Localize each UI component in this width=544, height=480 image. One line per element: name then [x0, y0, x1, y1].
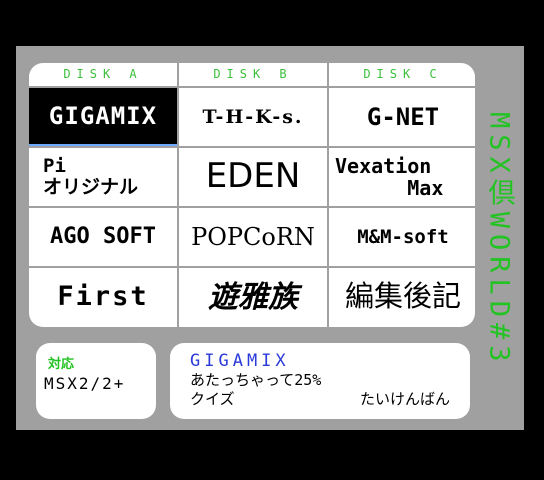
compatibility-value: MSX2/2+ [44, 374, 126, 393]
menu-item-henshu-koki[interactable]: 編集後記 [329, 268, 475, 326]
compatibility-box: 対応 MSX2/2+ [36, 343, 156, 419]
menu-item-pi-original[interactable]: Pi オリジナル [29, 148, 177, 206]
column-header-disk-b: DISK B [213, 67, 293, 81]
disk-menu-grid: DISK A DISK B DISK C GIGAMIX T-H-K-s. G-… [29, 63, 475, 327]
menu-item-popcorn[interactable]: POPCoRN [179, 208, 327, 266]
menu-item-ago-soft[interactable]: AGO SOFT [29, 208, 177, 266]
menu-item-gigamix[interactable]: GIGAMIX [29, 88, 177, 146]
detail-line-2: クイズ たいけんばん [190, 390, 450, 409]
detail-title: GIGAMIX [190, 351, 290, 371]
detail-line-2-left: クイズ [190, 390, 235, 408]
menu-item-first[interactable]: First [29, 268, 177, 326]
menu-item-g-net[interactable]: G-NET [329, 88, 475, 146]
menu-item-thks[interactable]: T-H-K-s. [179, 88, 327, 146]
menu-item-mm-soft[interactable]: M&M-soft [329, 208, 475, 266]
compatibility-label: 対応 [48, 357, 75, 372]
vertical-title-text: MSX倶WORLD#3 [483, 112, 515, 368]
column-header-disk-a: DISK A [63, 67, 143, 81]
detail-line-1: あたっちゃって25% [190, 371, 322, 389]
vertical-title: MSX倶WORLD#3 [482, 50, 516, 430]
column-header-disk-c: DISK C [363, 67, 443, 81]
menu-item-eden[interactable]: EDEN [179, 148, 327, 206]
menu-item-yugazoku[interactable]: 遊雅族 [179, 268, 327, 326]
detail-box: GIGAMIX あたっちゃって25% クイズ たいけんばん [170, 343, 470, 419]
detail-line-2-right: たいけんばん [359, 390, 450, 408]
menu-item-vexation-max[interactable]: Vexation Max [329, 148, 475, 206]
